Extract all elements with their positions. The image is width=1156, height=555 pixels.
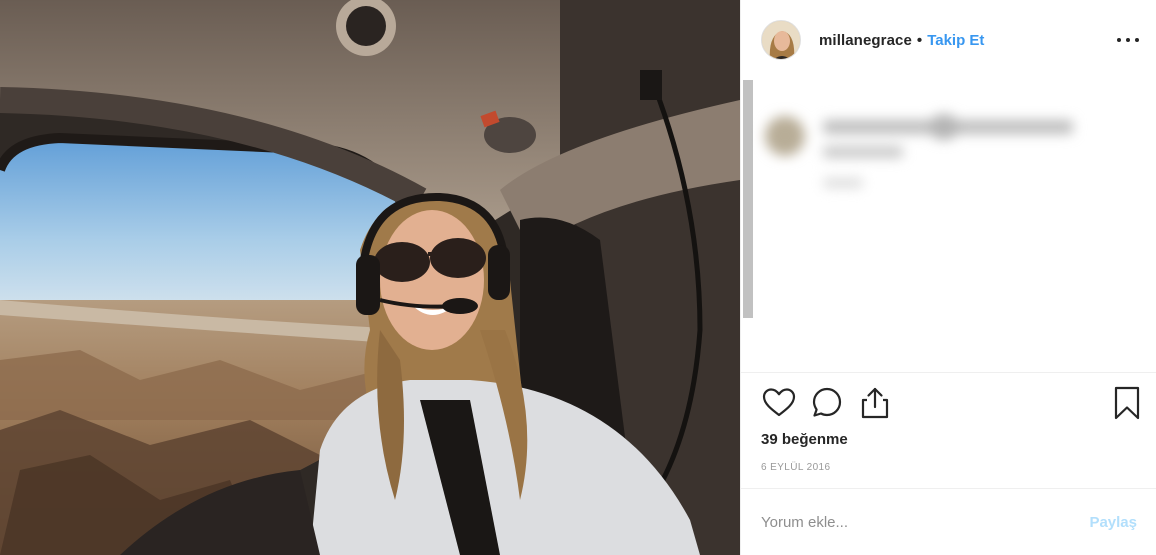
post-sidebar: millanegrace • Takip Et 39 beğenme 6 EYL… (740, 0, 1156, 555)
action-icon-row (761, 385, 1141, 421)
comment-input[interactable] (761, 510, 1090, 534)
blurred-text-line (823, 178, 863, 188)
blurred-emoji (929, 114, 959, 140)
more-dot (1135, 38, 1139, 42)
post-actions: 39 beğenme 6 EYLÜL 2016 (741, 372, 1156, 488)
avatar[interactable] (761, 20, 801, 60)
blurred-avatar (765, 116, 805, 156)
blurred-comment (761, 106, 1141, 226)
bookmark-icon[interactable] (1109, 385, 1145, 421)
comment-bubble-icon[interactable] (809, 385, 845, 421)
helicopter-selfie-image (0, 0, 740, 555)
more-dot (1126, 38, 1130, 42)
likes-count[interactable]: 39 beğenme (761, 431, 848, 448)
comments-section (741, 80, 1156, 372)
separator-dot: • (916, 31, 923, 49)
add-comment-form: Paylaş (741, 488, 1156, 555)
more-dot (1117, 38, 1121, 42)
post-photo[interactable] (0, 0, 740, 555)
share-icon[interactable] (857, 385, 893, 421)
blurred-text-line (823, 146, 903, 158)
heart-icon[interactable] (761, 385, 797, 421)
post-header: millanegrace • Takip Et (741, 0, 1156, 80)
comments-scrollbar[interactable] (743, 80, 753, 318)
username-link[interactable]: millanegrace (819, 32, 912, 49)
post-comment-button[interactable]: Paylaş (1089, 514, 1137, 531)
more-options-icon[interactable] (1117, 31, 1139, 49)
follow-button[interactable]: Takip Et (927, 32, 984, 49)
post-date[interactable]: 6 EYLÜL 2016 (761, 462, 830, 473)
profile-picture (762, 21, 800, 59)
